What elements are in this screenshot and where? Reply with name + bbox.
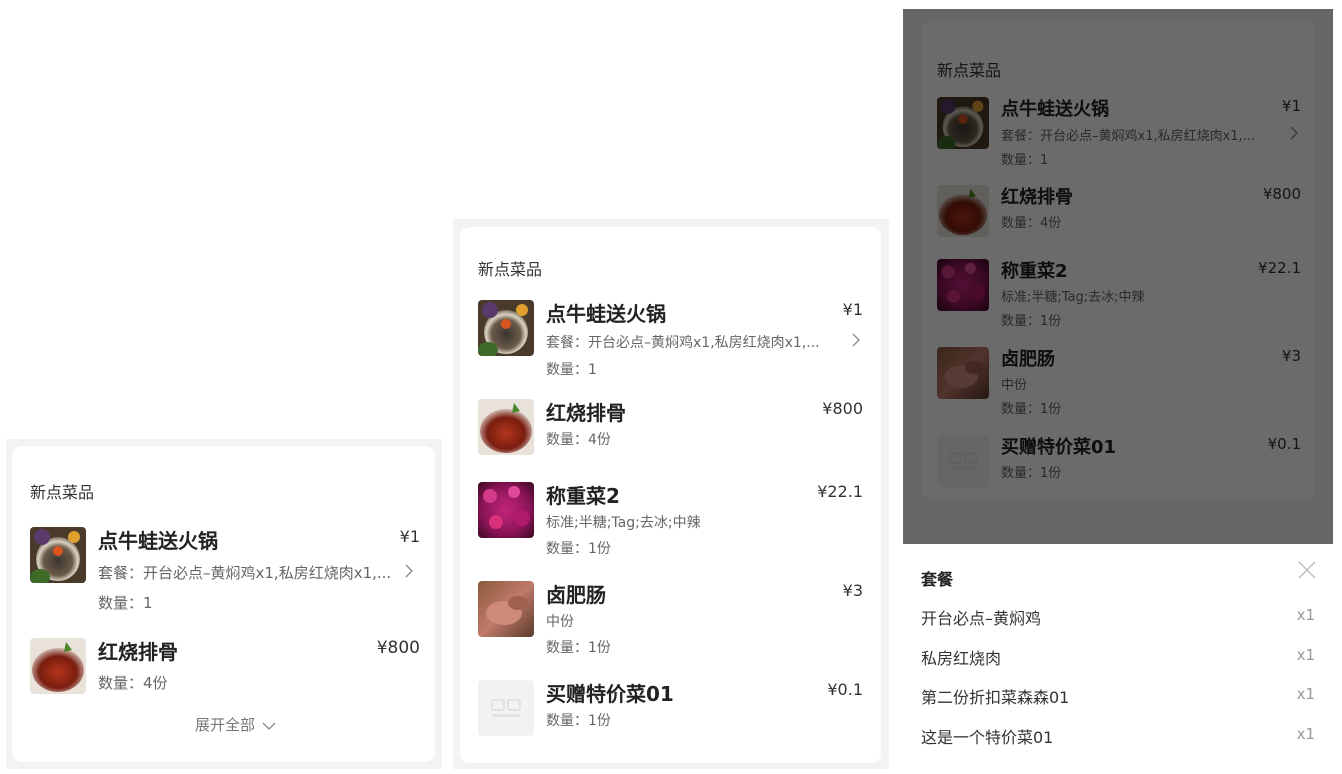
close-icon[interactable] [1297, 560, 1317, 580]
combo-item-qty: x1 [1296, 606, 1315, 624]
dish-name: 点牛蛙送火锅 [546, 302, 666, 326]
dish-image [478, 581, 534, 637]
dish-qty: 数量：1份 [546, 541, 611, 557]
dish-desc: 套餐：开台必点–黄焖鸡x1,私房红烧肉x1,... [98, 564, 392, 582]
dish-name: 红烧排骨 [98, 640, 178, 664]
dish-image [30, 527, 86, 583]
dish-name: 点牛蛙送火锅 [98, 529, 218, 553]
dish-image-placeholder [478, 680, 534, 736]
dish-image [30, 638, 86, 694]
dish-qty: 数量：4份 [98, 674, 168, 692]
dish-item[interactable]: 点牛蛙送火锅 ¥1 套餐：开台必点–黄焖鸡x1,私房红烧肉x1,... 数量：1 [30, 527, 420, 617]
dish-price: ¥1 [842, 300, 863, 319]
section-title: 新点菜品 [30, 483, 95, 502]
dish-name: 买赠特价菜01 [546, 682, 674, 706]
panel-sheet: 新点菜品 点牛蛙送火锅 ¥1 套餐：开台必点–黄焖鸡x1,私房红烧肉x1,...… [903, 9, 1333, 769]
combo-detail-sheet: 套餐 开台必点–黄焖鸡 x1 私房红烧肉 x1 第二份折扣菜森森01 x1 这是… [903, 544, 1333, 769]
dish-item[interactable]: 买赠特价菜01 ¥0.1 数量：1份 [478, 680, 863, 740]
chevron-down-icon [262, 722, 276, 730]
panel-collapsed: 新点菜品 点牛蛙送火锅 ¥1 套餐：开台必点–黄焖鸡x1,私房红烧肉x1,...… [6, 439, 442, 769]
dish-desc: 标准;半糖;Tag;去冰;中辣 [546, 515, 701, 531]
dish-name: 红烧排骨 [546, 401, 626, 425]
chevron-right-icon[interactable] [849, 333, 863, 347]
dish-qty: 数量：1 [546, 362, 597, 378]
dish-name: 称重菜2 [546, 484, 620, 508]
dish-item[interactable]: 红烧排骨 ¥800 数量：4份 [478, 399, 863, 459]
combo-item-name: 这是一个特价菜01 [921, 728, 1054, 747]
expand-label: 展开全部 [195, 716, 256, 734]
dish-price: ¥800 [376, 638, 420, 658]
section-title: 新点菜品 [478, 260, 543, 279]
dish-image [478, 399, 534, 455]
combo-item-name: 第二份折扣菜森森01 [921, 688, 1070, 707]
dish-item[interactable]: 称重菜2 ¥22.1 标准;半糖;Tag;去冰;中辣 数量：1份 [478, 482, 863, 562]
combo-item-name: 开台必点–黄焖鸡 [921, 609, 1042, 628]
dish-price: ¥3 [842, 581, 863, 600]
expand-all-button[interactable]: 展开全部 [195, 714, 276, 735]
combo-item-name: 私房红烧肉 [921, 649, 1002, 668]
dish-item[interactable]: 点牛蛙送火锅 ¥1 套餐：开台必点–黄焖鸡x1,私房红烧肉x1,... 数量：1 [478, 300, 863, 380]
dish-qty: 数量：1份 [546, 640, 611, 656]
dish-desc: 套餐：开台必点–黄焖鸡x1,私房红烧肉x1,... [546, 335, 820, 351]
combo-item-qty: x1 [1296, 725, 1315, 743]
dish-price: ¥1 [399, 527, 420, 546]
modal-backdrop[interactable] [903, 9, 1333, 544]
dish-name: 卤肥肠 [546, 583, 606, 607]
dish-price: ¥0.1 [827, 680, 863, 699]
combo-item-qty: x1 [1296, 685, 1315, 703]
dish-item[interactable]: 卤肥肠 ¥3 中份 数量：1份 [478, 581, 863, 661]
chevron-right-icon[interactable] [402, 564, 416, 578]
dish-image [478, 300, 534, 356]
dish-qty: 数量：1份 [546, 713, 611, 729]
dish-image [478, 482, 534, 538]
sheet-title: 套餐 [921, 570, 954, 589]
order-card: 新点菜品 点牛蛙送火锅 ¥1 套餐：开台必点–黄焖鸡x1,私房红烧肉x1,...… [12, 446, 435, 762]
dish-qty: 数量：1 [98, 594, 153, 612]
order-card: 新点菜品 点牛蛙送火锅 ¥1 套餐：开台必点–黄焖鸡x1,私房红烧肉x1,...… [460, 227, 881, 763]
combo-item-qty: x1 [1296, 646, 1315, 664]
dish-desc: 中份 [546, 614, 574, 630]
panel-expanded: 新点菜品 点牛蛙送火锅 ¥1 套餐：开台必点–黄焖鸡x1,私房红烧肉x1,...… [453, 219, 889, 769]
dish-price: ¥800 [822, 399, 863, 418]
dish-price: ¥22.1 [817, 482, 863, 501]
dish-item[interactable]: 红烧排骨 ¥800 数量：4份 [30, 638, 420, 708]
dish-qty: 数量：4份 [546, 432, 611, 448]
